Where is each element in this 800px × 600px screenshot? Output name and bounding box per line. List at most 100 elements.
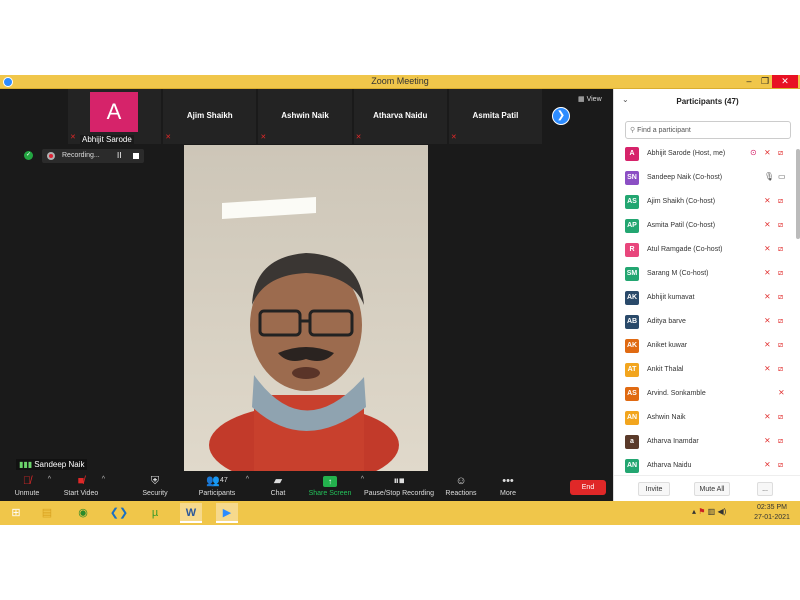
participant-row[interactable]: R Atul Ramgade (Co-host) ⨯ ⧄: [614, 238, 800, 262]
muted-mic-icon[interactable]: ⨯: [764, 412, 771, 421]
participant-row[interactable]: SM Sarang M (Co-host) ⨯ ⧄: [614, 262, 800, 286]
mute-all-button[interactable]: Mute All: [694, 482, 730, 496]
video-off-icon[interactable]: ⧄: [778, 268, 783, 278]
more-label: More: [500, 490, 516, 497]
file-explorer-icon[interactable]: ▤: [36, 503, 58, 523]
network-icon[interactable]: ▥: [708, 507, 716, 516]
muted-mic-icon[interactable]: ⨯: [764, 340, 771, 349]
muted-mic-icon[interactable]: ⨯: [764, 268, 771, 277]
video-off-icon[interactable]: ⧄: [778, 148, 783, 158]
muted-mic-icon[interactable]: ⨯: [778, 388, 785, 397]
video-tile-abhijit-sarode[interactable]: A ✕ Abhijit Sarode: [68, 89, 162, 144]
muted-mic-icon[interactable]: ⨯: [764, 196, 771, 205]
volume-icon[interactable]: ◀): [717, 507, 726, 516]
view-button[interactable]: ▦ View: [578, 95, 602, 103]
unmute-button[interactable]: 🎙̸ Unmute ^: [0, 473, 57, 498]
mic-icon[interactable]: 🎙: [764, 172, 774, 181]
participant-name: Ajim Shaikh (Co-host): [647, 198, 716, 205]
muted-mic-icon: ✕: [450, 134, 457, 141]
participant-row[interactable]: SN Sandeep Naik (Co-host) 🎙 ▭: [614, 166, 800, 190]
participant-row[interactable]: a Atharva Inamdar ⨯ ⧄: [614, 430, 800, 454]
share-screen-label: Share Screen: [308, 490, 352, 497]
start-video-button[interactable]: ■̸ Start Video ^: [51, 473, 111, 498]
muted-mic-icon[interactable]: ⨯: [764, 436, 771, 445]
participant-row[interactable]: AS Ajim Shaikh (Co-host) ⨯ ⧄: [614, 190, 800, 214]
active-speaker-name: ▮▮▮ Sandeep Naik: [16, 459, 88, 470]
stop-recording-button[interactable]: [133, 153, 139, 159]
security-button[interactable]: ⛨ Security: [125, 473, 185, 498]
windows-start-icon[interactable]: ⊞: [5, 503, 27, 523]
participant-name: Aditya barve: [647, 318, 686, 325]
zoom-icon[interactable]: ▶: [216, 503, 238, 523]
end-meeting-button[interactable]: End: [570, 480, 606, 495]
chevron-right-icon[interactable]: ❯: [552, 107, 570, 125]
video-off-icon[interactable]: ⧄: [778, 436, 783, 446]
utorrent-icon[interactable]: µ: [144, 503, 166, 523]
invite-button[interactable]: Invite: [638, 482, 670, 496]
video-off-icon[interactable]: ⧄: [778, 340, 783, 350]
muted-mic-icon[interactable]: ⨯: [764, 364, 771, 373]
video-off-icon[interactable]: ⧄: [778, 292, 783, 302]
muted-mic-icon: ✕: [260, 134, 267, 141]
caret-up-icon[interactable]: ^: [102, 476, 105, 483]
participants-button[interactable]: 👥47 Participants ^: [187, 473, 249, 498]
participant-row[interactable]: AB Aditya barve ⨯ ⧄: [614, 310, 800, 334]
pause-recording-button[interactable]: II: [117, 151, 121, 160]
video-tile-ajim-shaikh[interactable]: Ajim Shaikh ✕: [163, 89, 257, 144]
participants-count: 47: [219, 477, 228, 484]
chevron-up-icon[interactable]: ▴: [692, 507, 696, 516]
clock[interactable]: 02:35 PM 27-01-2021: [750, 503, 794, 523]
muted-mic-icon[interactable]: ⨯: [764, 220, 771, 229]
video-tile-atharva-naidu[interactable]: Atharva Naidu ✕: [353, 89, 447, 144]
muted-mic-icon: ✕: [355, 134, 362, 141]
video-off-icon[interactable]: ⧄: [778, 196, 783, 206]
recording-indicator: Recording... II: [42, 149, 144, 163]
muted-mic-icon[interactable]: ⨯: [764, 148, 771, 157]
search-icon: ⚲: [630, 127, 636, 134]
chat-button[interactable]: ▰ Chat: [248, 473, 308, 498]
flag-icon[interactable]: ⚑: [698, 507, 705, 516]
participants-icon: 👥47: [206, 475, 228, 487]
participant-row[interactable]: AK Aniket kuwar ⨯ ⧄: [614, 334, 800, 358]
video-icon[interactable]: ▭: [778, 172, 786, 181]
participant-row[interactable]: AT Ankit Thalal ⨯ ⧄: [614, 358, 800, 382]
vscode-icon[interactable]: ❮❯: [108, 503, 130, 523]
avatar: AS: [625, 387, 639, 401]
participant-search-input[interactable]: ⚲ Find a participant: [625, 121, 791, 139]
avatar: SM: [625, 267, 639, 281]
more-button[interactable]: ••• More: [478, 473, 538, 498]
participant-row[interactable]: AK Abhijit kumavat ⨯ ⧄: [614, 286, 800, 310]
speaker-video-image: [184, 145, 428, 471]
video-off-icon[interactable]: ⧄: [778, 316, 783, 326]
video-tile-ashwin-naik[interactable]: Ashwin Naik ✕: [258, 89, 352, 144]
video-off-icon[interactable]: ⧄: [778, 460, 783, 470]
close-button[interactable]: ✕: [772, 75, 798, 88]
security-label: Security: [142, 490, 168, 497]
minimize-button[interactable]: –: [741, 75, 757, 88]
participants-label: Participants: [198, 490, 236, 497]
avatar: SN: [625, 171, 639, 185]
chrome-icon[interactable]: ◉: [72, 503, 94, 523]
more-options-button[interactable]: ...: [757, 482, 773, 496]
participant-name: Atharva Naidu: [647, 462, 692, 469]
participant-row[interactable]: AP Asmita Patil (Co-host) ⨯ ⧄: [614, 214, 800, 238]
ellipsis-icon: •••: [502, 475, 514, 487]
muted-mic-icon[interactable]: ⨯: [764, 292, 771, 301]
muted-mic-icon[interactable]: ⨯: [764, 316, 771, 325]
muted-mic-icon[interactable]: ⨯: [764, 244, 771, 253]
video-tile-asmita-patil[interactable]: Asmita Patil ✕: [448, 89, 543, 144]
muted-mic-icon[interactable]: ⨯: [764, 460, 771, 469]
pause-stop-recording-button[interactable]: ⏸⏹ Pause/Stop Recording: [362, 473, 436, 498]
video-off-icon[interactable]: ⧄: [778, 364, 783, 374]
participant-row[interactable]: AN Ashwin Naik ⨯ ⧄: [614, 406, 800, 430]
participant-row[interactable]: A Abhijit Sarode (Host, me) ⊙ ⨯ ⧄: [614, 142, 800, 166]
share-screen-button[interactable]: ↑ Share Screen ^: [300, 473, 364, 498]
word-icon[interactable]: W: [180, 503, 202, 523]
video-off-icon[interactable]: ⧄: [778, 412, 783, 422]
participant-row[interactable]: AS Arvind. Sonkamble ⨯: [614, 382, 800, 406]
video-off-icon[interactable]: ⧄: [778, 220, 783, 230]
video-off-icon[interactable]: ⧄: [778, 244, 783, 254]
tile-name-label: Abhijit Sarode: [80, 135, 134, 144]
shield-icon[interactable]: ✓: [24, 151, 33, 160]
maximize-button[interactable]: ❐: [757, 75, 773, 88]
